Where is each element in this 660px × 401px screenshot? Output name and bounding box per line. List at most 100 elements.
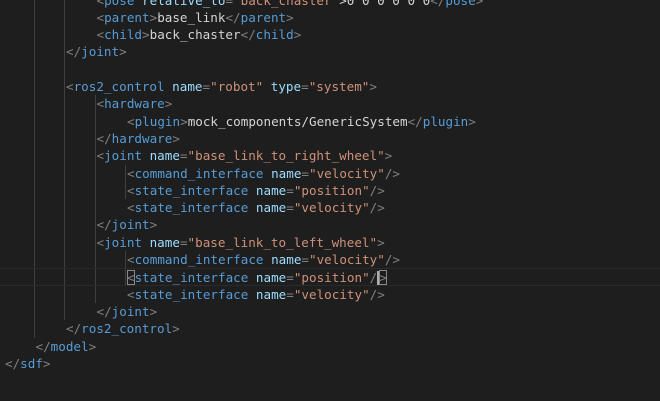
tag-name-token: command_interface: [134, 252, 264, 267]
attribute-name-token: name: [263, 252, 302, 267]
tag-name-token: child: [104, 27, 143, 43]
code-line-content: <ros2_control name="robot" type="system"…: [66, 78, 377, 95]
punctuation-token: >: [164, 96, 173, 112]
code-line-content: <plugin>mock_components/GenericSystem</p…: [127, 113, 476, 130]
tag-name-token: joint: [111, 217, 150, 233]
attribute-value-token: "position": [293, 270, 370, 286]
attribute-value-token: "velocity": [309, 252, 385, 267]
code-line-content: </joint>: [97, 303, 158, 320]
text-token: >: [339, 0, 347, 8]
tag-name-token: joint: [104, 148, 143, 164]
attribute-name-token: name: [248, 200, 287, 216]
tag-name-token: plugin: [134, 113, 181, 129]
punctuation-token: />: [384, 252, 401, 267]
punctuation-token: <: [96, 96, 105, 112]
code-line-current[interactable]: <state_interface name="position"/>: [0, 268, 660, 286]
code-line-content: <joint name="base_link_to_right_wheel">: [97, 147, 393, 164]
punctuation-token: <: [96, 234, 105, 250]
code-line-content: <child>back_chaster</child>: [97, 26, 302, 43]
punctuation-token: =: [301, 252, 310, 267]
tag-name-token: state_interface: [134, 286, 249, 302]
tag-name-token: plugin: [422, 113, 469, 129]
punctuation-token: >: [475, 0, 484, 8]
punctuation-token: <: [127, 200, 135, 216]
punctuation-token: =: [225, 0, 234, 8]
text-token: base_link: [157, 9, 226, 25]
code-line-content: </joint>: [66, 43, 127, 60]
tag-name-token: command_interface: [134, 165, 264, 181]
code-line-content: <state_interface name="velocity"/>: [127, 199, 385, 216]
code-line-content: <hardware>: [97, 95, 173, 112]
punctuation-token: />: [384, 165, 401, 181]
tag-name-token: hardware: [104, 96, 165, 112]
attribute-value-token: "velocity": [309, 165, 385, 181]
punctuation-token: <: [96, 148, 105, 164]
code-line-content: </hardware>: [97, 130, 180, 147]
code-line-content: <command_interface name="velocity"/>: [127, 165, 400, 182]
punctuation-token: =: [301, 165, 310, 181]
tag-name-token: state_interface: [134, 200, 249, 216]
punctuation-token: </: [35, 338, 51, 354]
code-line-content: <joint name="base_link_to_left_wheel">: [97, 234, 385, 251]
punctuation-token: />: [369, 286, 385, 302]
punctuation-token: </: [225, 9, 241, 25]
attribute-name-token: relative_to: [134, 0, 226, 8]
attribute-name-token: name: [142, 148, 180, 164]
punctuation-token: =: [179, 148, 188, 164]
bracket-match-token: >: [379, 270, 387, 286]
code-line-content: </sdf>: [5, 355, 51, 372]
punctuation-token: >: [172, 321, 180, 337]
punctuation-token: >: [293, 27, 302, 43]
punctuation-token: </: [66, 44, 82, 60]
attribute-value-token: "base_link_to_left_wheel": [187, 234, 378, 250]
punctuation-token: </: [66, 321, 82, 337]
tag-name-token: state_interface: [134, 182, 249, 198]
punctuation-token: </: [96, 217, 112, 233]
tag-name-token: ros2_control: [73, 79, 165, 94]
punctuation-token: />: [369, 200, 385, 216]
tag-name-token: joint: [104, 234, 143, 250]
code-line-content: <state_interface name="velocity"/>: [127, 286, 385, 303]
punctuation-token: =: [179, 234, 188, 250]
punctuation-token: <: [127, 286, 135, 302]
punctuation-token: >: [172, 130, 180, 146]
punctuation-token: >: [119, 44, 127, 60]
code-line-content: </joint>: [97, 216, 158, 233]
punctuation-token: <: [127, 113, 135, 129]
code-line-content: <parent>base_link</parent>: [97, 9, 294, 26]
punctuation-token: <: [127, 182, 135, 198]
punctuation-token: </: [407, 113, 423, 129]
attribute-value-token: "robot": [210, 79, 264, 94]
attribute-value-token: "system": [308, 79, 370, 94]
code-line-content: <state_interface name="position"/>: [127, 182, 385, 199]
tag-name-token: child: [255, 27, 294, 43]
attribute-value-token: "base_link_to_right_wheel": [187, 148, 385, 164]
tag-name-token: ros2_control: [81, 321, 173, 337]
punctuation-token: >: [149, 303, 158, 319]
punctuation-token: =: [286, 182, 294, 198]
tag-name-token: parent: [104, 9, 150, 25]
punctuation-token: >: [468, 113, 476, 129]
punctuation-token: >: [286, 9, 294, 25]
attribute-name-token: name: [263, 165, 302, 181]
punctuation-token: </: [5, 355, 21, 371]
punctuation-token: <: [96, 9, 105, 25]
attribute-value-token: "velocity": [293, 286, 370, 302]
code-line-content: </model>: [36, 338, 97, 355]
code-line-content: </ros2_control>: [66, 320, 180, 337]
tag-name-token: model: [50, 338, 89, 354]
tag-name-token: hardware: [111, 130, 173, 146]
punctuation-token: <: [66, 79, 74, 94]
tag-name-token: state_interface: [134, 270, 249, 286]
punctuation-token: <: [127, 252, 135, 267]
tag-name-token: pose: [104, 0, 135, 8]
punctuation-token: <: [96, 0, 105, 8]
code-editor[interactable]: <pose relative_to="back_chaster">0 0 0 0…: [0, 0, 660, 401]
attribute-name-token: name: [142, 234, 180, 250]
punctuation-token: =: [202, 79, 211, 94]
attribute-name-token: type: [263, 79, 302, 94]
text-token: mock_components/GenericSystem: [187, 113, 408, 129]
punctuation-token: >: [88, 338, 97, 354]
tag-name-token: joint: [111, 303, 150, 319]
text-token: 0 0 0 0 0 0: [346, 0, 431, 8]
